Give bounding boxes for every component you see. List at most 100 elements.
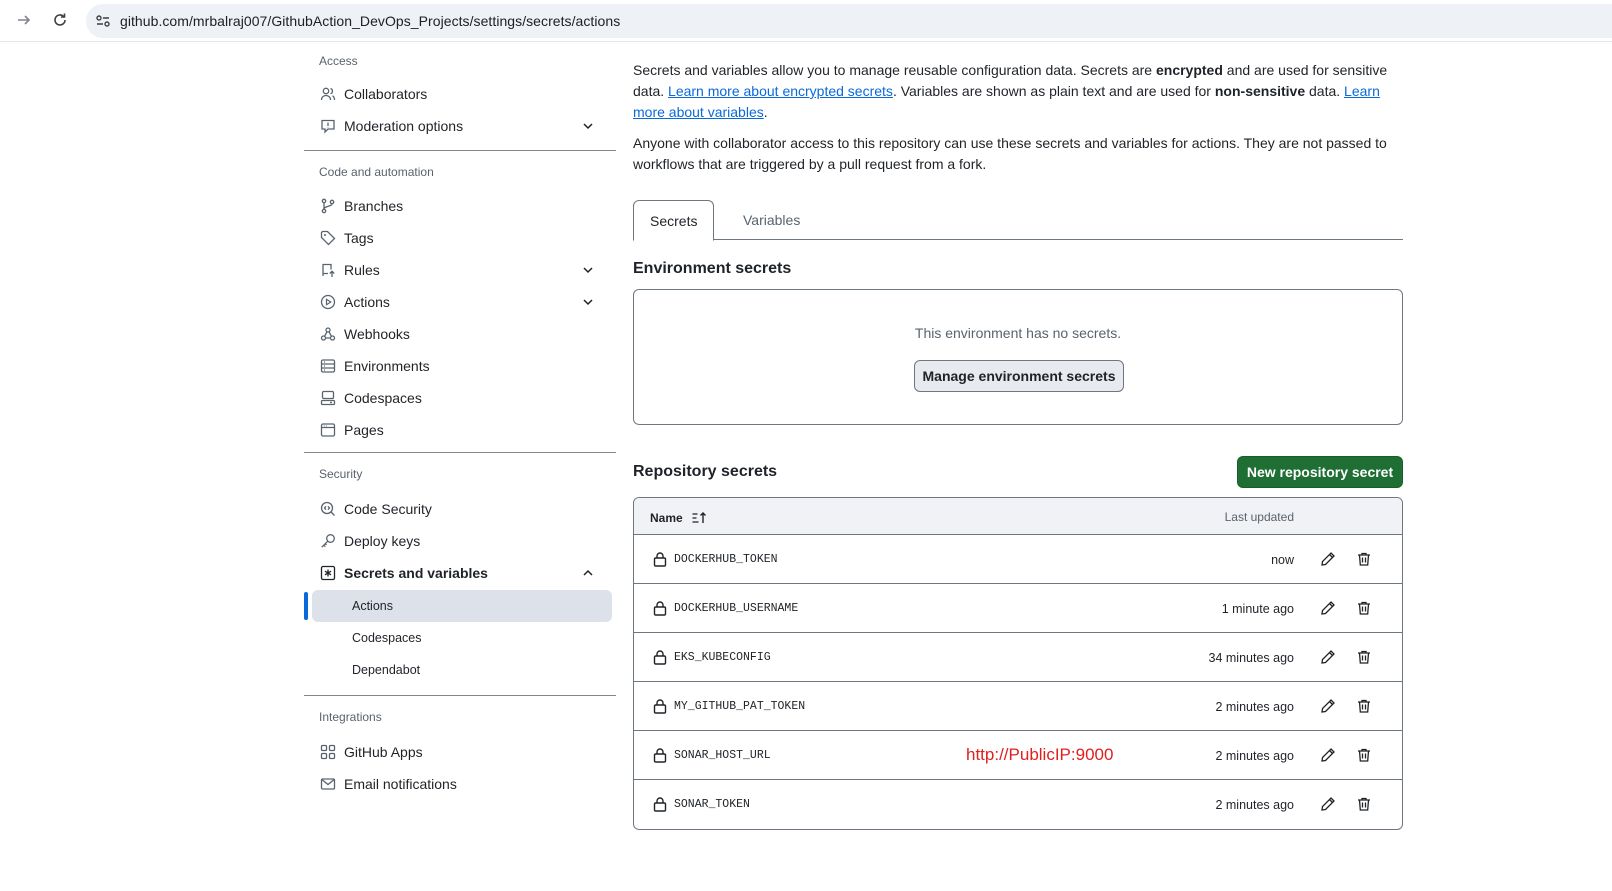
secret-name: MY_GITHUB_PAT_TOKEN (674, 700, 806, 713)
sidebar-item-code-security[interactable]: Code Security (312, 493, 612, 525)
lock-icon (652, 747, 668, 763)
intro-text: . Variables are shown as plain text and … (892, 83, 1215, 99)
environment-secrets-title: Environment secrets (633, 260, 792, 277)
env-empty-message: This environment has no secrets. (914, 325, 1122, 341)
pencil-icon[interactable] (1320, 747, 1336, 763)
tab-secrets[interactable]: Secrets (633, 200, 715, 241)
trash-icon[interactable] (1356, 649, 1372, 665)
lock-icon (652, 551, 668, 567)
trash-icon[interactable] (1356, 600, 1372, 616)
sidebar-item-collaborators[interactable]: Collaborators (312, 78, 612, 110)
manage-environment-secrets-button[interactable]: Manage environment secrets (914, 360, 1124, 392)
address-bar[interactable]: github.com/mrbalraj007/GithubAction_DevO… (86, 4, 1612, 38)
collaborator-notice: Anyone with collaborator access to this … (633, 135, 1387, 172)
trash-icon[interactable] (1356, 551, 1372, 567)
codespaces-icon (320, 390, 336, 406)
trash-icon[interactable] (1356, 747, 1372, 763)
secrets-table: Name Last updated DOCKERHUB_TOKEN now DO… (633, 497, 1403, 830)
site-info-icon[interactable] (86, 4, 120, 38)
sidebar-item-rules[interactable]: Rules (312, 254, 612, 286)
sidebar-divider (304, 452, 616, 453)
sidebar-item-email-notifications[interactable]: Email notifications (312, 768, 612, 800)
codescan-icon (320, 501, 336, 517)
git-branch-icon (320, 198, 336, 214)
new-repository-secret-button[interactable]: New repository secret (1237, 456, 1403, 488)
pencil-icon[interactable] (1320, 796, 1336, 812)
lock-icon (652, 600, 668, 616)
sidebar-item-github-apps[interactable]: GitHub Apps (312, 736, 612, 768)
sidebar-item-codespaces[interactable]: Codespaces (312, 382, 612, 414)
sidebar-item-label: Moderation options (344, 118, 464, 134)
access-heading: Access (319, 54, 358, 68)
sidebar-item-environments[interactable]: Environments (312, 350, 612, 382)
sidebar-item-label: Codespaces (344, 390, 422, 406)
chevron-down-icon (580, 262, 596, 278)
server-icon (320, 358, 336, 374)
table-row: SONAR_HOST_URL http://PublicIP:9000 2 mi… (634, 731, 1402, 780)
chevron-down-icon (580, 118, 596, 134)
reload-icon[interactable] (48, 8, 72, 32)
sidebar-subitem-dependabot[interactable]: Dependabot (312, 654, 612, 686)
sidebar-subitem-label: Codespaces (352, 631, 422, 645)
pencil-icon[interactable] (1320, 698, 1336, 714)
sidebar-subitem-codespaces[interactable]: Codespaces (312, 622, 612, 654)
secret-name: DOCKERHUB_USERNAME (674, 602, 799, 615)
sidebar-item-tags[interactable]: Tags (312, 222, 612, 254)
sidebar-item-label: Collaborators (344, 86, 428, 102)
intro-text: Secrets and variables allow you to manag… (633, 62, 1156, 78)
intro-text: data. (1305, 83, 1345, 99)
pencil-icon[interactable] (1320, 551, 1336, 567)
table-row: DOCKERHUB_TOKEN now (634, 535, 1402, 584)
sidebar-subitem-actions[interactable]: Actions (312, 590, 612, 622)
learn-more-secrets-link[interactable]: Learn more about encrypted secrets (668, 83, 893, 99)
sidebar-item-label: Branches (344, 198, 404, 214)
lock-icon (652, 649, 668, 665)
sidebar-divider (304, 150, 616, 151)
sidebar-item-actions[interactable]: Actions (312, 286, 612, 318)
sidebar-item-label: Email notifications (344, 776, 457, 792)
table-row: DOCKERHUB_USERNAME 1 minute ago (634, 584, 1402, 633)
sidebar-item-secrets-and-variables[interactable]: Secrets and variables (312, 557, 612, 589)
sidebar-item-branches[interactable]: Branches (312, 190, 612, 222)
browser-toolbar: github.com/mrbalraj007/GithubAction_DevO… (0, 0, 1612, 42)
table-header: Name Last updated (634, 498, 1402, 535)
url-annotation: http://PublicIP:9000 (966, 745, 1114, 764)
sidebar-item-label: Environments (344, 358, 430, 374)
chevron-down-icon (580, 294, 596, 310)
pencil-icon[interactable] (1320, 649, 1336, 665)
table-row: EKS_KUBECONFIG 34 minutes ago (634, 633, 1402, 682)
sidebar-item-label: Pages (344, 422, 384, 438)
sidebar-item-label: Secrets and variables (344, 565, 488, 581)
sidebar-item-deploy-keys[interactable]: Deploy keys (312, 525, 612, 557)
secret-name: SONAR_HOST_URL (674, 749, 771, 762)
play-icon (320, 294, 336, 310)
sidebar-item-label: Deploy keys (344, 533, 421, 549)
webhook-icon (320, 326, 336, 342)
key-icon (320, 533, 336, 549)
last-updated-column-header: Last updated (1224, 510, 1294, 524)
key-asterisk-icon (320, 565, 336, 581)
name-column-header[interactable]: Name (650, 510, 707, 526)
secret-name: SONAR_TOKEN (674, 798, 750, 811)
intro-text: . (763, 104, 768, 120)
trash-icon[interactable] (1356, 796, 1372, 812)
report-icon (320, 118, 336, 134)
sidebar-item-moderation[interactable]: Moderation options (312, 110, 612, 142)
integrations-heading: Integrations (319, 710, 382, 724)
forward-icon[interactable] (12, 8, 36, 32)
trash-icon[interactable] (1356, 698, 1372, 714)
tab-variables[interactable]: Variables (727, 200, 816, 240)
chevron-up-icon (580, 565, 596, 581)
pencil-icon[interactable] (1320, 600, 1336, 616)
sort-icon[interactable] (691, 510, 707, 526)
intro-bold: encrypted (1155, 62, 1223, 78)
sidebar-item-pages[interactable]: Pages (312, 414, 612, 446)
intro-bold: non-sensitive (1214, 83, 1306, 99)
secret-updated: 2 minutes ago (1215, 798, 1294, 812)
tag-icon (320, 230, 336, 246)
secret-updated: now (1271, 553, 1294, 567)
sidebar-item-webhooks[interactable]: Webhooks (312, 318, 612, 350)
url-text[interactable]: github.com/mrbalraj007/GithubAction_DevO… (120, 13, 620, 29)
sidebar-item-label: Rules (344, 262, 380, 278)
lock-icon (652, 796, 668, 812)
